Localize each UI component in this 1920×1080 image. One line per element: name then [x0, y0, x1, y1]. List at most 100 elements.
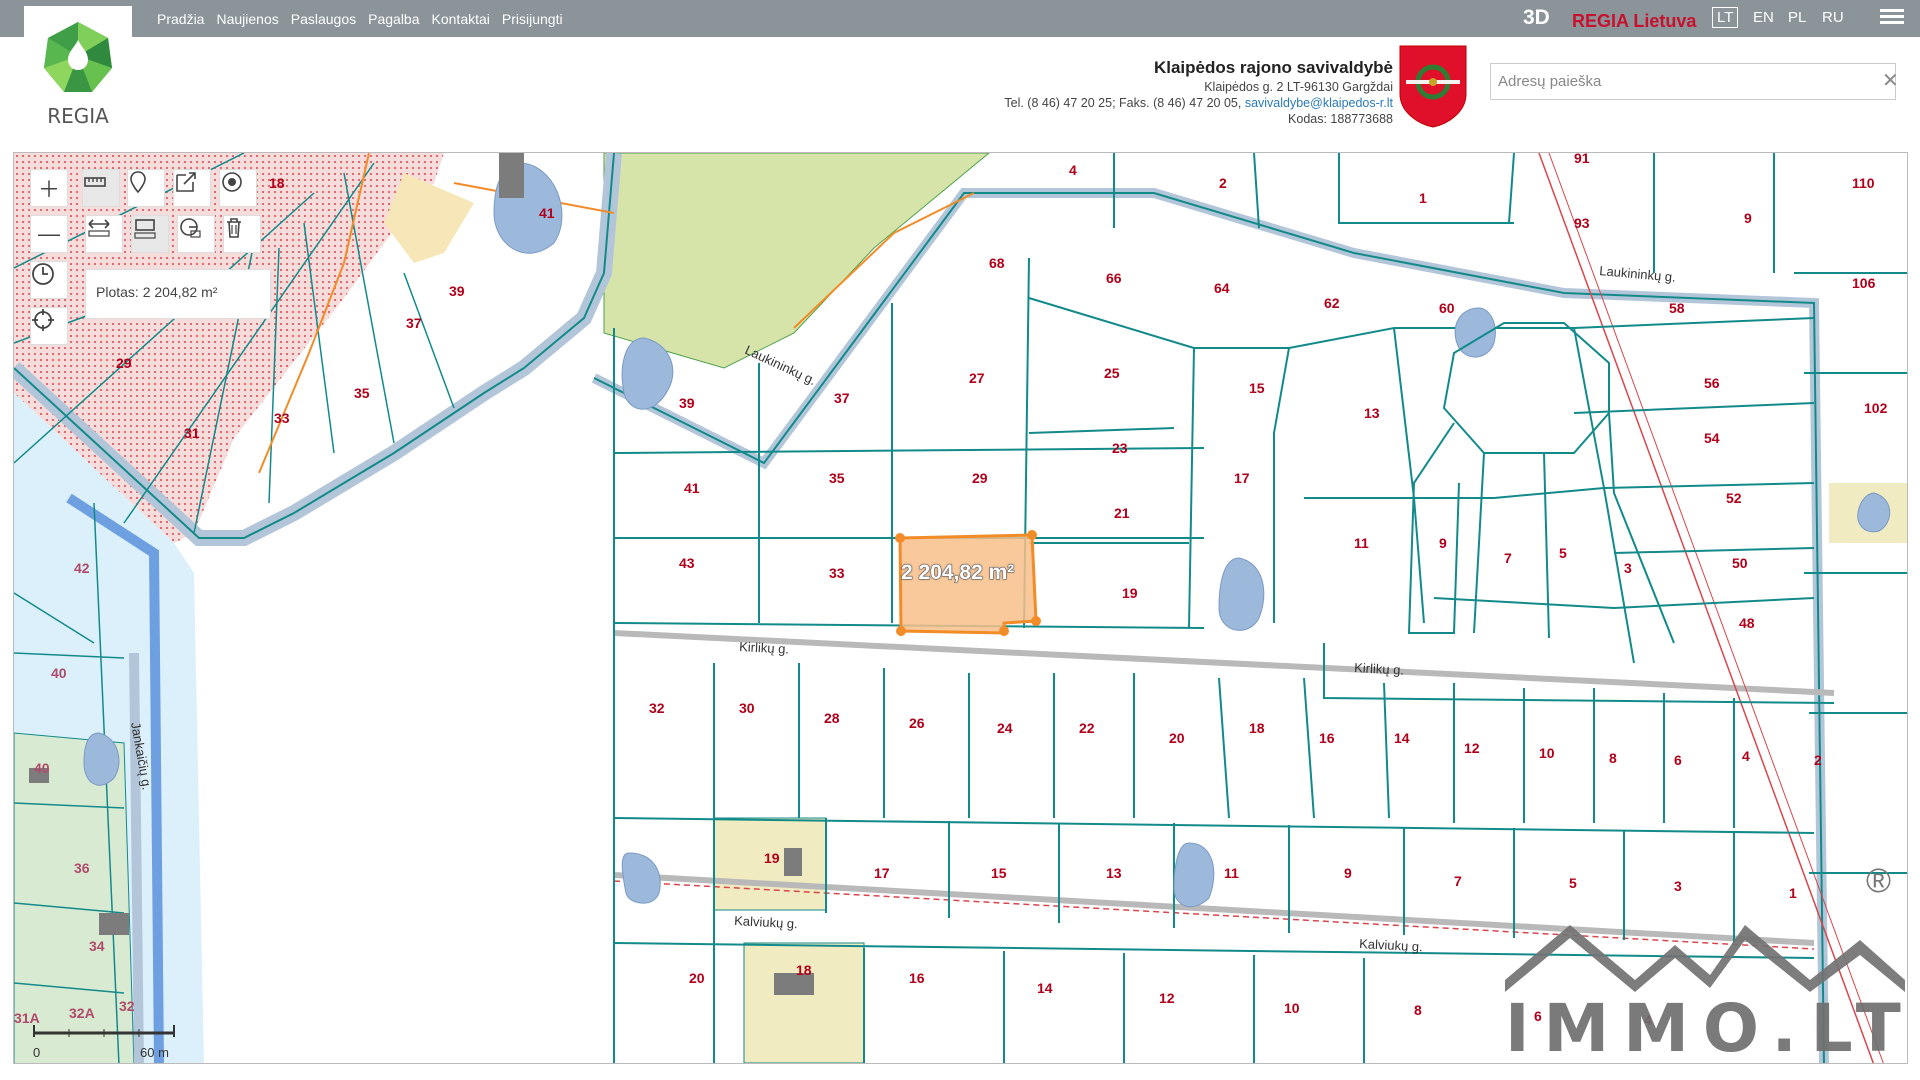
crosshair-icon[interactable] [30, 307, 68, 345]
svg-text:43: 43 [679, 555, 695, 571]
svg-text:8: 8 [1609, 750, 1617, 766]
3d-button[interactable]: 3D [1523, 6, 1550, 30]
svg-text:31A: 31A [14, 1010, 40, 1026]
address-search-input[interactable] [1490, 63, 1896, 100]
svg-text:Laukininkų g.: Laukininkų g. [743, 342, 819, 388]
svg-text:35: 35 [354, 385, 370, 401]
svg-text:11: 11 [1224, 865, 1239, 881]
svg-text:9: 9 [1344, 865, 1352, 881]
minus-icon[interactable]: — [30, 215, 68, 253]
watermark-text: IMMO.LT [1505, 990, 1915, 1067]
forest-area [603, 153, 990, 369]
svg-text:37: 37 [834, 390, 850, 406]
org-email[interactable]: savivaldybe@klaipedos-r.lt [1245, 96, 1393, 110]
svg-text:33: 33 [829, 565, 845, 581]
svg-text:40: 40 [51, 665, 67, 681]
svg-text:Kirlikų g.: Kirlikų g. [1354, 660, 1405, 678]
svg-text:29: 29 [116, 355, 132, 371]
svg-text:32: 32 [119, 998, 135, 1014]
nav-login[interactable]: Prisijungti [502, 11, 563, 27]
brand-name[interactable]: REGIA Lietuva [1572, 11, 1696, 32]
radius-icon[interactable] [177, 215, 215, 253]
watermark-registered: ® [1866, 862, 1892, 900]
svg-text:68: 68 [989, 255, 1005, 271]
svg-text:18: 18 [1249, 720, 1265, 736]
svg-text:16: 16 [909, 970, 925, 986]
nav-contacts[interactable]: Kontaktai [432, 11, 490, 27]
svg-text:36: 36 [74, 860, 90, 876]
organization-info: Klaipėdos rajono savivaldybė Klaipėdos g… [1004, 58, 1393, 126]
svg-text:7: 7 [1504, 550, 1512, 566]
svg-text:93: 93 [1574, 215, 1590, 231]
svg-text:13: 13 [1106, 865, 1122, 881]
nav-news[interactable]: Naujienos [216, 11, 278, 27]
close-icon[interactable]: ✕ [1882, 68, 1899, 93]
svg-text:110: 110 [1852, 175, 1875, 191]
svg-text:4: 4 [1069, 162, 1077, 178]
ruler-icon[interactable] [82, 169, 120, 207]
measure-result: Plotas: 2 204,82 m² [85, 269, 271, 319]
svg-text:39: 39 [679, 395, 695, 411]
distance-icon[interactable] [85, 215, 123, 253]
svg-text:2: 2 [1219, 175, 1227, 191]
svg-text:11: 11 [1354, 535, 1369, 551]
svg-text:6: 6 [1674, 752, 1682, 768]
plus-icon[interactable]: ＋ [30, 169, 68, 207]
top-bar: Pradžia Naujienos Paslaugos Pagalba Kont… [0, 0, 1920, 37]
lang-pl[interactable]: PL [1788, 9, 1806, 26]
svg-text:23: 23 [1112, 440, 1128, 456]
svg-text:29: 29 [972, 470, 988, 486]
svg-text:35: 35 [829, 470, 845, 486]
svg-text:14: 14 [1394, 730, 1410, 746]
svg-text:31: 31 [184, 425, 200, 441]
lang-lt[interactable]: LT [1712, 7, 1739, 28]
pin-icon[interactable] [127, 169, 165, 207]
trash-icon[interactable] [223, 215, 261, 253]
hamburger-icon[interactable] [1880, 9, 1904, 29]
svg-text:19: 19 [764, 850, 780, 866]
logo-text: REGIA [47, 104, 109, 128]
nav-services[interactable]: Paslaugos [291, 11, 356, 27]
svg-text:28: 28 [824, 710, 840, 726]
svg-text:30: 30 [739, 700, 755, 716]
area-icon[interactable] [131, 215, 169, 253]
svg-text:50: 50 [1732, 555, 1748, 571]
main-nav: Pradžia Naujienos Paslaugos Pagalba Kont… [157, 0, 575, 37]
svg-text:60: 60 [1439, 300, 1455, 316]
svg-text:64: 64 [1214, 280, 1230, 296]
nav-home[interactable]: Pradžia [157, 11, 204, 27]
svg-text:27: 27 [969, 370, 985, 386]
svg-text:13: 13 [1364, 405, 1380, 421]
svg-text:Laukininkų g.: Laukininkų g. [1599, 263, 1677, 285]
share-icon[interactable] [173, 169, 211, 207]
clock-icon[interactable] [30, 261, 68, 299]
svg-text:10: 10 [1539, 745, 1555, 761]
svg-text:19: 19 [1122, 585, 1138, 601]
svg-text:18: 18 [269, 175, 285, 191]
org-name: Klaipėdos rajono savivaldybė [1153, 58, 1393, 77]
svg-text:17: 17 [1234, 470, 1250, 486]
svg-text:54: 54 [1704, 430, 1720, 446]
svg-text:14: 14 [1037, 980, 1053, 996]
svg-text:8: 8 [1414, 1002, 1422, 1018]
nav-help[interactable]: Pagalba [368, 11, 419, 27]
org-phones: Tel. (8 46) 47 20 25; Faks. (8 46) 47 20… [1004, 96, 1242, 110]
lang-ru[interactable]: RU [1822, 9, 1844, 26]
lang-en[interactable]: EN [1753, 9, 1774, 26]
regia-logo[interactable]: REGIA [24, 6, 132, 128]
svg-text:17: 17 [874, 865, 890, 881]
road-jankaiciu [129, 652, 144, 1063]
target-icon[interactable] [219, 169, 257, 207]
svg-text:18: 18 [796, 962, 812, 978]
svg-text:34: 34 [89, 938, 105, 954]
svg-text:41: 41 [684, 480, 700, 496]
svg-text:39: 39 [449, 283, 465, 299]
scale-start: 0 [33, 1045, 41, 1060]
svg-text:41: 41 [539, 205, 555, 221]
svg-text:26: 26 [909, 715, 925, 731]
svg-text:3: 3 [1624, 560, 1632, 576]
svg-text:5: 5 [1559, 545, 1567, 561]
svg-text:48: 48 [1739, 615, 1755, 631]
svg-text:12: 12 [1159, 990, 1175, 1006]
svg-text:Kalviukų g.: Kalviukų g. [734, 913, 798, 931]
